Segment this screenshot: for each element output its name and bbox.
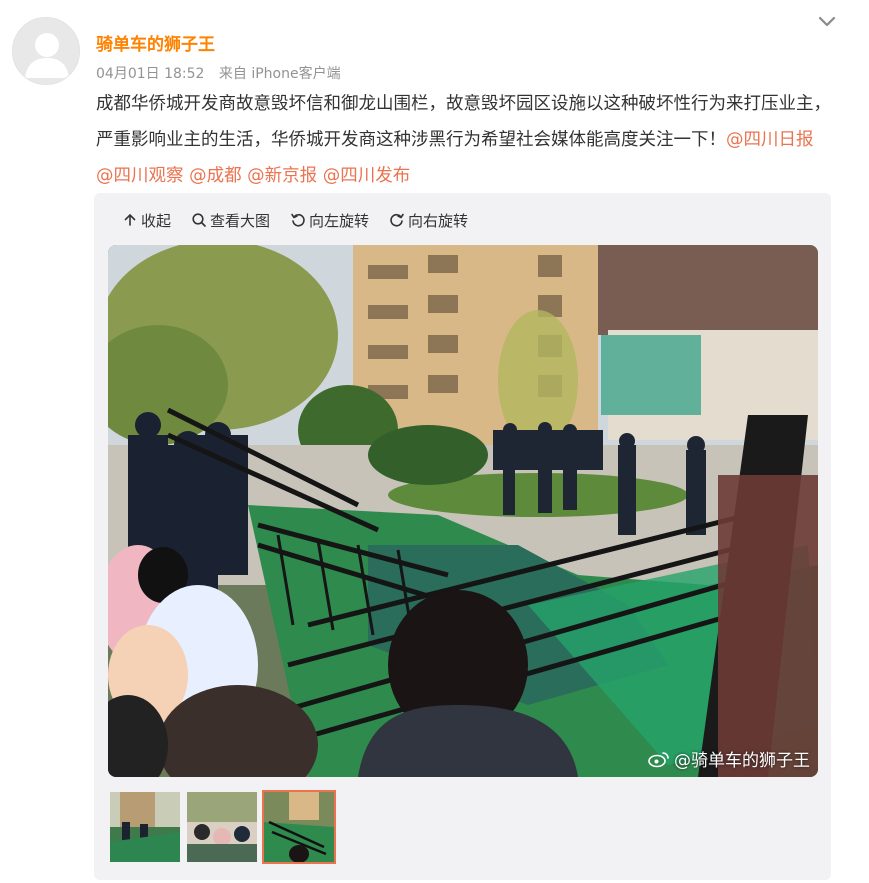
weibo-logo-icon [648,751,669,767]
image-toolbar: 收起 查看大图 向左旋转 向右旋转 [122,209,488,231]
photo-watermark: @骑单车的狮子王 [648,746,810,771]
thumbnail[interactable] [110,792,180,862]
mention-link[interactable]: @新京报 [247,166,317,186]
main-photo[interactable]: @骑单车的狮子王 [108,245,818,777]
default-avatar-icon [13,18,79,84]
view-large-label: 查看大图 [210,211,271,230]
rotate-right-button[interactable]: 向右旋转 [389,210,468,231]
mention-link[interactable]: @四川观察 [96,166,184,186]
post-source: 来自 iPhone客户端 [218,66,341,82]
view-large-button[interactable]: 查看大图 [191,210,270,231]
post-meta: 04月01日 18:52 来自 iPhone客户端 [96,63,351,83]
rotate-left-label: 向左旋转 [309,211,370,230]
mention-link[interactable]: @四川发布 [323,166,411,186]
chevron-down-icon[interactable] [815,10,839,34]
post-text: 成都华侨城开发商故意毁坏信和御龙山围栏，故意毁坏园区设施以这种破坏性行为来打压业… [96,86,836,194]
collapse-button[interactable]: 收起 [122,210,171,231]
thumbnail-image [264,792,334,862]
post-body: 成都华侨城开发商故意毁坏信和御龙山围栏，故意毁坏园区设施以这种破坏性行为来打压业… [96,94,831,150]
media-panel: 收起 查看大图 向左旋转 向右旋转 @骑单车的狮子王 [94,193,831,880]
collapse-label: 收起 [141,211,172,230]
post-date[interactable]: 04月01日 18:52 [96,66,204,82]
collapse-arrow-icon [124,214,136,226]
rotate-right-label: 向右旋转 [408,211,469,230]
rotate-left-button[interactable]: 向左旋转 [290,210,369,231]
rotate-right-icon [390,213,404,227]
watermark-text: @骑单车的狮子王 [674,751,810,771]
thumbnail-selected[interactable] [262,790,336,864]
photo-scene [108,245,818,777]
mention-link[interactable]: @成都 [189,166,242,186]
thumbnail-image [187,792,257,862]
thumbnail-strip [110,790,341,864]
avatar[interactable] [12,17,80,85]
magnifier-icon [192,213,206,227]
rotate-left-icon [291,213,305,227]
author-name[interactable]: 骑单车的狮子王 [96,30,215,55]
thumbnail-image [110,792,180,862]
thumbnail[interactable] [187,792,257,862]
mention-link[interactable]: @四川日报 [726,130,814,150]
